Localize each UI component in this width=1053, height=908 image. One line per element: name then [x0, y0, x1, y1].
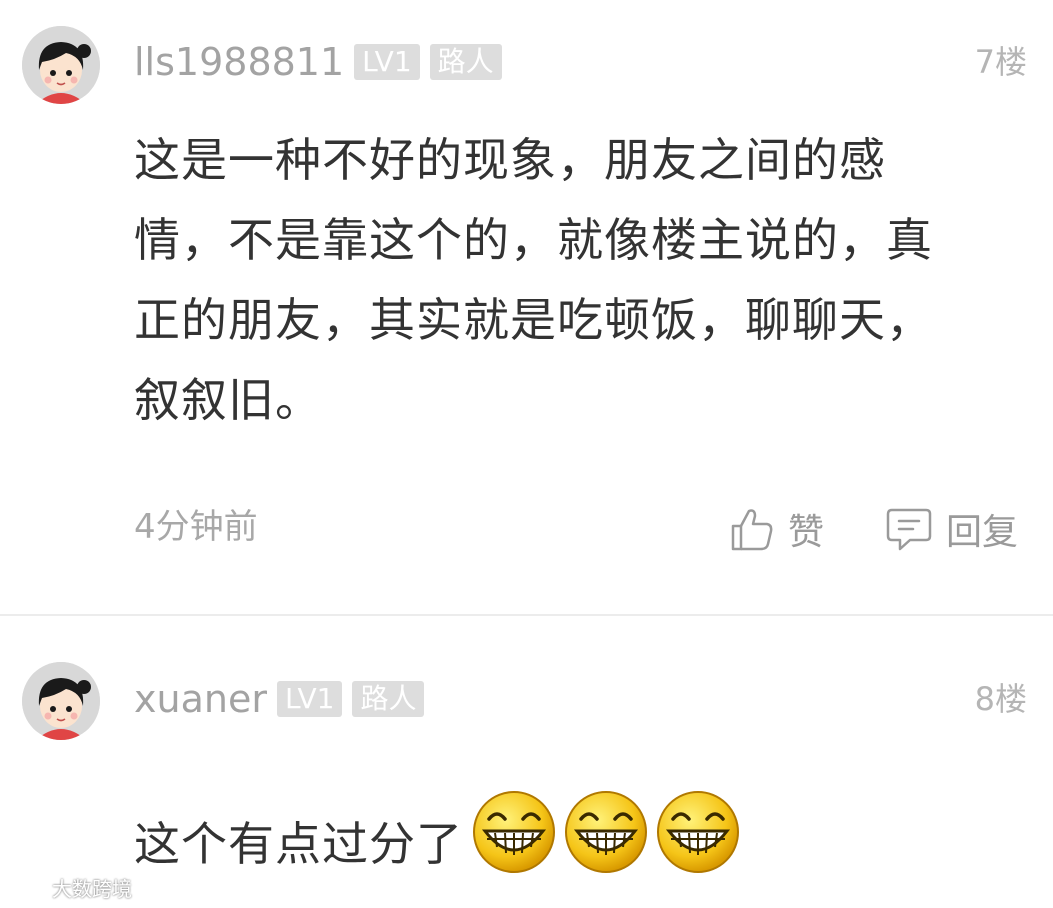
big-grin-emoji-icon [471, 789, 557, 899]
comment-divider [0, 614, 1053, 616]
comment-time: 4分钟前 [134, 507, 258, 547]
rank-badge: 路人 [352, 681, 425, 717]
comment-content: 这个有点过分了 [134, 817, 463, 871]
comment-bubble-icon [886, 508, 932, 551]
username-row: lls1988811 LV1 路人 [134, 38, 502, 86]
username[interactable]: xuaner [134, 675, 267, 723]
like-button[interactable]: 赞 [730, 503, 824, 555]
watermark: 大数跨境 [6, 873, 132, 902]
emoji-row [467, 789, 741, 899]
floor-number: 7楼 [974, 43, 1027, 81]
thumbs-up-icon [731, 509, 773, 551]
weibo-logo-icon [7, 879, 48, 898]
comment-item: xuaner LV1 路人 8楼 这个有点过分了 [0, 617, 1053, 908]
default-avatar-girl-icon [22, 662, 100, 740]
level-badge: LV1 [354, 44, 420, 80]
watermark-text: 大数跨境 [52, 877, 132, 901]
big-grin-emoji-icon [563, 789, 649, 899]
floor-number: 8楼 [974, 680, 1027, 718]
user-avatar[interactable] [22, 26, 100, 104]
user-avatar[interactable] [22, 662, 100, 740]
comment-content-row: 这个有点过分了 [134, 789, 964, 899]
big-grin-emoji-icon [655, 789, 741, 899]
username-row: xuaner LV1 路人 [134, 675, 425, 723]
level-badge: LV1 [276, 681, 343, 717]
rank-badge: 路人 [429, 44, 502, 80]
comment-item: lls1988811 LV1 路人 7楼 这是一种不好的现象，朋友之间的感情，不… [0, 0, 1053, 615]
comment-content: 这是一种不好的现象，朋友之间的感情，不是靠这个的，就像楼主说的，真正的朋友，其实… [134, 133, 933, 427]
default-avatar-girl-icon [22, 26, 100, 104]
username[interactable]: lls1988811 [134, 38, 344, 86]
like-label: 赞 [788, 512, 825, 553]
reply-button[interactable]: 回复 [886, 503, 1018, 555]
reply-label: 回复 [946, 512, 1019, 553]
